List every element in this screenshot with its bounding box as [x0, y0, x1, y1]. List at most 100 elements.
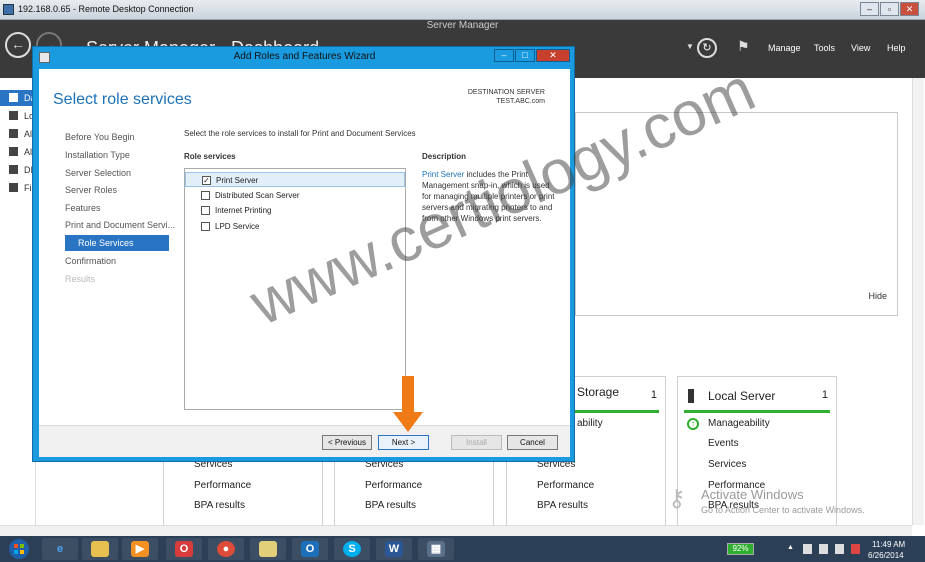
- clock-date[interactable]: 6/26/2014: [868, 551, 904, 560]
- chrome-icon[interactable]: ●: [208, 538, 244, 560]
- device-icon[interactable]: [835, 544, 844, 554]
- role-service-distributed-scan[interactable]: Distributed Scan Server: [185, 188, 405, 203]
- sidebar-item-all-servers[interactable]: Al: [0, 126, 36, 142]
- rdp-title-bar: 192.168.0.65 - Remote Desktop Connection…: [0, 0, 925, 20]
- cancel-button[interactable]: Cancel: [507, 435, 558, 450]
- clock-time[interactable]: 11:49 AM: [872, 540, 905, 549]
- step-server-roles[interactable]: Server Roles: [65, 185, 117, 195]
- checkbox[interactable]: [201, 191, 210, 200]
- sidebar-item-dns[interactable]: DI: [0, 162, 36, 178]
- server-icon: [688, 389, 694, 403]
- rdp-window-title: 192.168.0.65 - Remote Desktop Connection: [18, 4, 194, 14]
- rdp-close-button[interactable]: ✕: [900, 2, 919, 16]
- horizontal-scrollbar[interactable]: [0, 525, 912, 536]
- local-server-tile[interactable]: Local Server 1 ↑ Manageability Events Se…: [677, 376, 837, 526]
- wizard-close-button[interactable]: ✕: [536, 49, 570, 62]
- step-results: Results: [65, 274, 96, 284]
- step-installation-type[interactable]: Installation Type: [65, 150, 130, 160]
- office-app-icon[interactable]: O: [166, 538, 202, 560]
- tile-item[interactable]: BPA results: [365, 500, 416, 511]
- menu-help[interactable]: Help: [887, 43, 906, 53]
- step-features[interactable]: Features: [65, 203, 101, 213]
- tile-item[interactable]: Events: [708, 438, 739, 449]
- sidebar-item-local-server[interactable]: Lo: [0, 108, 36, 124]
- server-manager-sidebar: Da Lo Al Al DI Fi: [0, 78, 36, 525]
- dashboard-icon: [9, 93, 18, 102]
- back-button[interactable]: ←: [5, 32, 31, 58]
- file-explorer-icon[interactable]: [82, 538, 118, 560]
- destination-server-label: DESTINATION SERVER: [467, 89, 545, 96]
- step-print-document-services[interactable]: Print and Document Servi...: [65, 220, 175, 230]
- antivirus-icon[interactable]: [851, 544, 860, 554]
- tile-item[interactable]: Performance: [537, 480, 594, 491]
- intro-text: Select the role services to install for …: [184, 129, 416, 138]
- rdp-minimize-button[interactable]: –: [860, 2, 879, 16]
- tile-heading[interactable]: Local Server: [708, 389, 775, 403]
- remote-desktop-icon: [3, 4, 14, 15]
- wizard-minimize-button[interactable]: –: [494, 49, 514, 62]
- skype-icon[interactable]: S: [334, 538, 370, 560]
- rdp-restore-button[interactable]: ▫: [880, 2, 899, 16]
- sidebar-item-dashboard[interactable]: Da: [0, 90, 36, 106]
- install-button: Install: [451, 435, 502, 450]
- role-services-header: Role services: [184, 152, 236, 161]
- tile-heading[interactable]: Storage: [577, 385, 619, 399]
- tile-item[interactable]: Performance: [365, 480, 422, 491]
- dropdown-arrow-icon[interactable]: ▼: [686, 42, 694, 51]
- server-manager-icon[interactable]: ▦: [418, 538, 454, 560]
- start-button[interactable]: [6, 538, 32, 560]
- notifications-flag-icon[interactable]: ⚑: [737, 38, 750, 55]
- servers-icon: [9, 129, 18, 138]
- wizard-footer: < Previous Next > Install Cancel: [39, 425, 570, 457]
- server-icon: [9, 111, 18, 120]
- tile-status-bar: [684, 410, 830, 413]
- dns-icon: [9, 165, 18, 174]
- tile-item[interactable]: ability: [577, 418, 603, 429]
- server-manager-title: Server Manager: [426, 20, 499, 31]
- folder-icon[interactable]: [250, 538, 286, 560]
- flag-icon[interactable]: [803, 544, 812, 554]
- network-icon[interactable]: [819, 544, 828, 554]
- tile-item[interactable]: Manageability: [708, 418, 770, 429]
- page-title: Select role services: [53, 91, 192, 108]
- checkbox[interactable]: ✓: [202, 176, 211, 185]
- step-confirmation[interactable]: Confirmation: [65, 256, 116, 266]
- checkbox[interactable]: [201, 222, 210, 231]
- menu-tools[interactable]: Tools: [814, 43, 835, 53]
- taskbar: e ▶ O ● O S W ▦ 92% ▲ 11:49 AM 6/26/2014: [0, 536, 925, 562]
- activate-subtitle: Go to Action Center to activate Windows.: [701, 505, 865, 515]
- previous-button[interactable]: < Previous: [322, 435, 372, 450]
- tile-count: 1: [821, 389, 828, 401]
- pointer-arrow-icon: [393, 376, 423, 432]
- menu-view[interactable]: View: [851, 43, 870, 53]
- file-services-icon: [9, 183, 18, 192]
- role-service-print-server[interactable]: ✓ Print Server: [185, 172, 405, 187]
- step-role-services[interactable]: Role Services: [65, 235, 169, 251]
- checkbox[interactable]: [201, 206, 210, 215]
- status-ok-icon: ↑: [687, 418, 699, 430]
- menu-manage[interactable]: Manage: [768, 43, 801, 53]
- tile-item[interactable]: Performance: [194, 480, 251, 491]
- sidebar-item-ad[interactable]: Al: [0, 144, 36, 160]
- step-server-selection[interactable]: Server Selection: [65, 168, 131, 178]
- tile-item[interactable]: BPA results: [194, 500, 245, 511]
- step-before-you-begin[interactable]: Before You Begin: [65, 132, 135, 142]
- show-hidden-icons[interactable]: ▲: [787, 544, 796, 554]
- outlook-icon[interactable]: O: [292, 538, 328, 560]
- next-button[interactable]: Next >: [378, 435, 429, 450]
- wizard-maximize-button[interactable]: □: [515, 49, 535, 62]
- battery-indicator[interactable]: 92%: [727, 543, 754, 555]
- directory-icon: [9, 147, 18, 156]
- refresh-icon[interactable]: ↻: [697, 38, 717, 58]
- destination-server-value: TEST.ABC.com: [496, 98, 545, 105]
- key-icon: ⚷: [668, 485, 686, 512]
- tile-item[interactable]: Services: [708, 459, 746, 470]
- internet-explorer-icon[interactable]: e: [42, 538, 78, 560]
- tile-count: 1: [650, 389, 657, 401]
- media-player-icon[interactable]: ▶: [122, 538, 158, 560]
- tile-item[interactable]: BPA results: [537, 500, 588, 511]
- word-icon[interactable]: W: [376, 538, 412, 560]
- vertical-scrollbar[interactable]: [912, 78, 924, 525]
- sidebar-item-file-services[interactable]: Fi: [0, 180, 36, 196]
- hide-link[interactable]: Hide: [868, 291, 887, 301]
